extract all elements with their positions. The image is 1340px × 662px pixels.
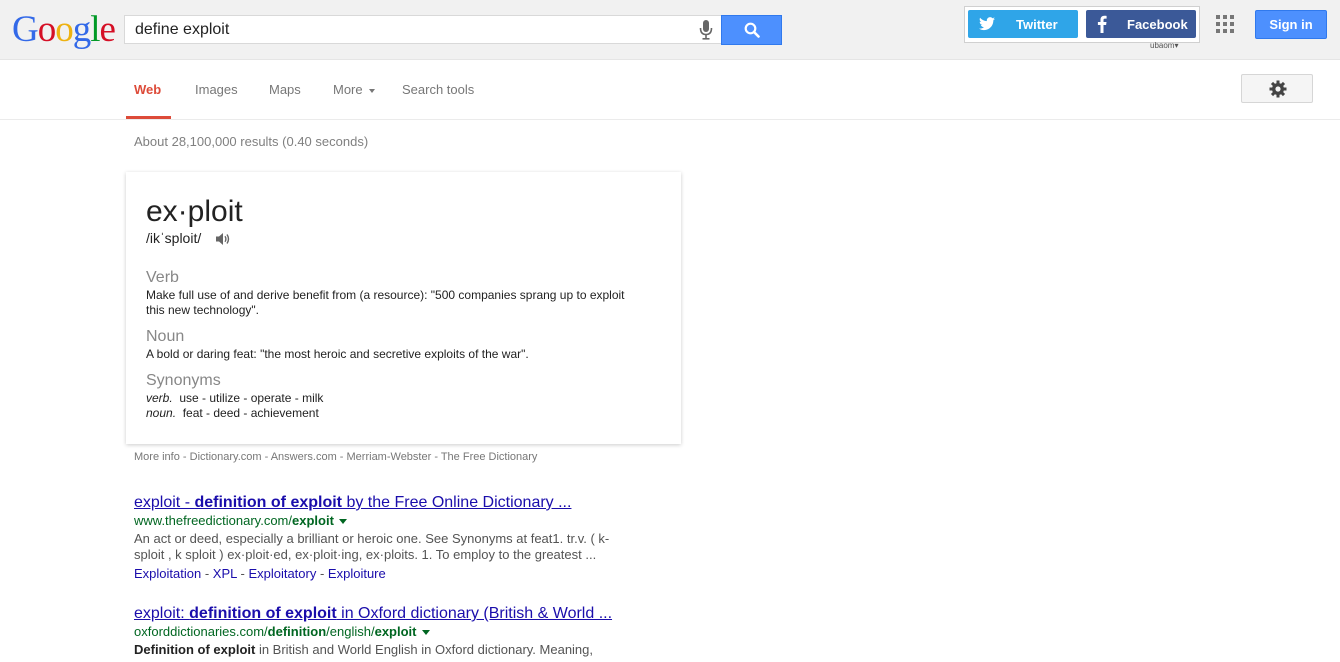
- verb-definition: Make full use of and derive benefit from…: [146, 288, 625, 317]
- synonyms-verb: verb. use - utilize - operate - milk: [146, 391, 323, 405]
- result-snippet: An act or deed, especially a brilliant o…: [134, 531, 610, 562]
- synonyms-heading: Synonyms: [146, 372, 221, 389]
- tab-more[interactable]: More: [333, 82, 376, 97]
- active-tab-indicator: [126, 116, 171, 119]
- tab-more-label: More: [333, 82, 363, 97]
- twitter-bird-icon: [979, 17, 995, 31]
- speaker-icon[interactable]: [215, 231, 231, 247]
- result-snippet-text: in British and World English in Oxford d…: [255, 642, 594, 657]
- phonetic-spelling: /ikˈsploit/: [146, 230, 202, 246]
- synonyms-noun-list: feat - deed - achievement: [182, 406, 319, 420]
- facebook-button[interactable]: Facebook: [1086, 10, 1196, 38]
- result-title-post: in Oxford dictionary (British & World ..…: [336, 605, 613, 622]
- url-options-caret-icon[interactable]: [338, 519, 347, 525]
- logo-letter: g: [72, 9, 91, 50]
- result-url: www.thefreedictionary.com/exploit: [134, 513, 347, 528]
- result-url-mid: /english/: [326, 624, 375, 639]
- apps-grid-icon[interactable]: [1216, 15, 1234, 33]
- synonyms-verb-list: use - utilize - operate - milk: [179, 391, 324, 405]
- social-sub-label: ubaom▾: [1150, 41, 1179, 50]
- twitter-label: Twitter: [1016, 17, 1058, 32]
- result-stats: About 28,100,000 results (0.40 seconds): [134, 134, 369, 149]
- result-snippet: Definition of exploit in British and Wor…: [134, 642, 624, 658]
- definition-word: ex·ploit: [146, 195, 243, 228]
- logo-letter: o: [55, 9, 73, 50]
- result-url-bold2: exploit: [374, 624, 417, 639]
- sitelink[interactable]: XPL: [213, 566, 237, 581]
- synonyms-noun: noun. feat - deed - achievement: [146, 406, 319, 420]
- facebook-icon: [1097, 15, 1107, 33]
- result-url-pre: oxforddictionaries.com/: [134, 624, 268, 639]
- result-url-bold: exploit: [292, 513, 334, 528]
- google-logo[interactable]: Google: [12, 9, 116, 50]
- search-input[interactable]: [135, 20, 675, 40]
- result-title-pre: exploit -: [134, 494, 195, 511]
- sign-in-button[interactable]: Sign in: [1255, 10, 1327, 39]
- sitelink[interactable]: Exploitation: [134, 566, 201, 581]
- result-url: oxforddictionaries.com/definition/englis…: [134, 624, 430, 639]
- settings-button[interactable]: [1241, 74, 1313, 103]
- sitelink[interactable]: Exploiture: [328, 566, 386, 581]
- logo-letter: l: [90, 9, 100, 50]
- tab-images[interactable]: Images: [195, 82, 238, 97]
- logo-letter: o: [37, 9, 56, 50]
- facebook-label: Facebook: [1127, 17, 1188, 32]
- result-snippet-bold: Definition of exploit: [134, 642, 256, 657]
- logo-letter: e: [99, 9, 116, 50]
- result-title-link[interactable]: exploit: definition of exploit in Oxford…: [134, 605, 612, 623]
- search-tools-button[interactable]: Search tools: [402, 82, 474, 97]
- noun-definition: A bold or daring feat: "the most heroic …: [146, 347, 529, 361]
- verb-heading: Verb: [146, 269, 179, 286]
- chevron-down-icon: [369, 88, 376, 93]
- result-title-post: by the Free Online Dictionary ...: [342, 494, 572, 511]
- result-title-link[interactable]: exploit - definition of exploit by the F…: [134, 494, 571, 512]
- tab-web[interactable]: Web: [134, 82, 161, 97]
- logo-letter: G: [12, 9, 39, 50]
- result-url-bold: definition: [267, 624, 327, 639]
- search-button[interactable]: [721, 15, 782, 45]
- noun-heading: Noun: [146, 328, 185, 345]
- twitter-button[interactable]: Twitter: [968, 10, 1078, 38]
- result-sitelinks: Exploitation - XPL - Exploitatory - Expl…: [134, 566, 386, 581]
- more-info-links[interactable]: More info - Dictionary.com - Answers.com…: [134, 451, 537, 463]
- result-url-pre: www.thefreedictionary.com/: [134, 513, 292, 528]
- url-options-caret-icon[interactable]: [421, 630, 430, 636]
- definition-card: ex·ploit /ikˈsploit/ Verb Make full use …: [126, 172, 681, 444]
- synonyms-verb-label: verb.: [146, 391, 173, 405]
- result-title-bold: definition of exploit: [189, 605, 337, 622]
- tab-maps[interactable]: Maps: [269, 82, 301, 97]
- synonyms-noun-label: noun.: [146, 406, 177, 420]
- microphone-icon[interactable]: [699, 20, 713, 40]
- gear-icon: [1269, 80, 1287, 98]
- result-title-pre: exploit:: [134, 605, 190, 622]
- sitelink[interactable]: Exploitatory: [248, 566, 316, 581]
- search-icon: [744, 22, 760, 38]
- search-box: [124, 15, 721, 44]
- result-title-bold: definition of exploit: [194, 494, 343, 511]
